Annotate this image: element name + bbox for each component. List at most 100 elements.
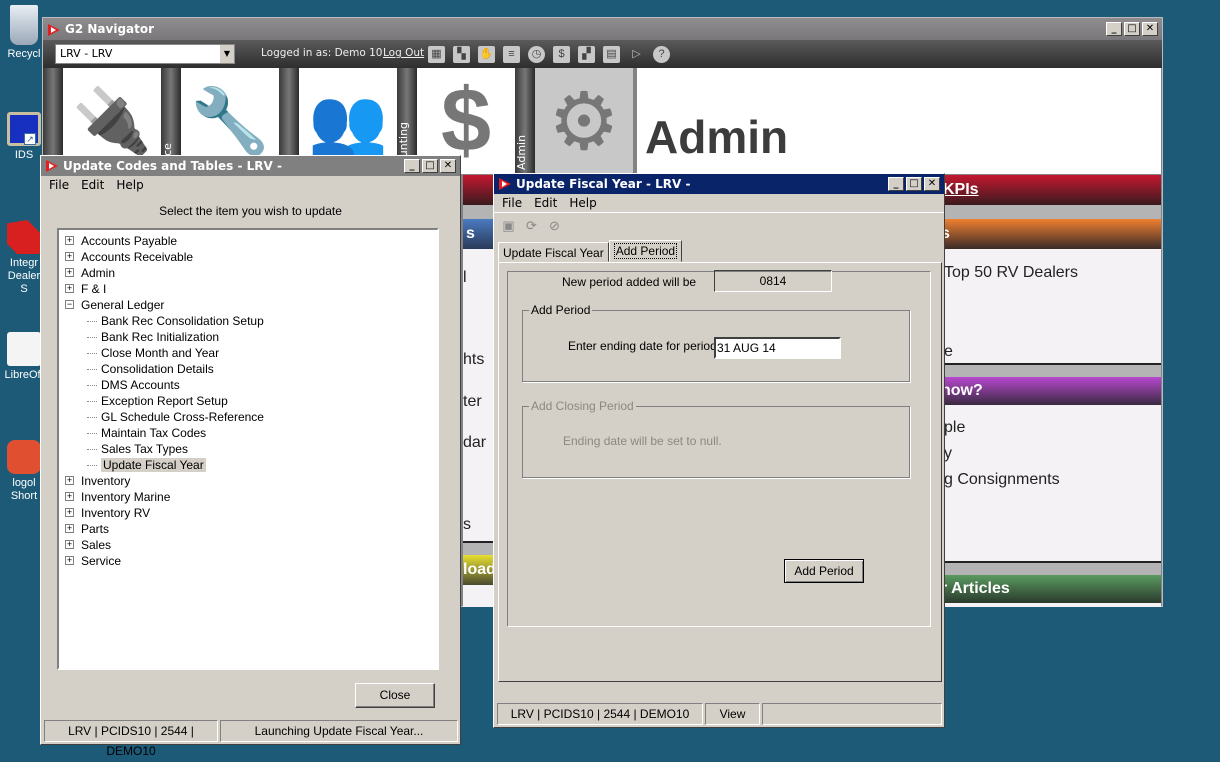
menu-edit[interactable]: Edit: [534, 194, 557, 212]
tree-node-accounts-payable[interactable]: + Accounts Payable: [65, 233, 437, 249]
logout-link[interactable]: Log Out: [383, 47, 424, 59]
desktop-icon-label: IDS: [14, 149, 34, 161]
close-button[interactable]: ✕: [1142, 22, 1158, 36]
fiscal-title: Update Fiscal Year - LRV -: [516, 177, 691, 191]
refresh-icon[interactable]: ⟳: [523, 217, 540, 234]
calculator-icon[interactable]: ▦: [428, 46, 445, 63]
top-50-rv-dealers-link[interactable]: Top 50 RV Dealers: [944, 264, 1078, 282]
expand-icon[interactable]: +: [65, 284, 74, 293]
expand-icon[interactable]: +: [65, 236, 74, 245]
ending-date-input[interactable]: [714, 337, 841, 359]
expand-icon[interactable]: +: [65, 492, 74, 501]
gears-icon: ⚙: [535, 68, 633, 174]
tree-leaf[interactable]: Close Month and Year: [65, 345, 437, 361]
admin-heading-area: Admin: [637, 68, 1161, 174]
save-icon[interactable]: ▣: [500, 217, 517, 234]
closing-info-text: Ending date will be set to null.: [563, 434, 722, 448]
add-period-panel: New period added will be 0814 Add Period…: [507, 270, 931, 627]
tile-admin[interactable]: Admin ⚙: [515, 68, 633, 174]
menu-help[interactable]: Help: [116, 176, 143, 194]
right-band-green: r Articles: [941, 575, 1161, 603]
collapse-icon[interactable]: −: [65, 300, 74, 309]
maximize-button[interactable]: □: [906, 177, 922, 191]
recycle-bin-icon: [10, 5, 38, 45]
tree-node-inventory-marine[interactable]: + Inventory Marine: [65, 489, 437, 505]
table-icon[interactable]: ▤: [603, 46, 620, 63]
tree-leaf[interactable]: Bank Rec Initialization: [65, 329, 437, 345]
expand-icon[interactable]: +: [65, 540, 74, 549]
status-message: Launching Update Fiscal Year...: [220, 720, 458, 742]
navigator-title-bar[interactable]: G2 Navigator _ □ ✕: [43, 18, 1162, 40]
fiscal-menubar: File Edit Help: [494, 194, 944, 212]
chevron-down-icon[interactable]: ▼: [220, 45, 234, 63]
expand-icon[interactable]: +: [65, 476, 74, 485]
maximize-button[interactable]: □: [422, 159, 438, 173]
codes-title-bar[interactable]: Update Codes and Tables - LRV - _ □ ✕: [41, 156, 460, 176]
tree-node-sales[interactable]: + Sales: [65, 537, 437, 553]
close-button[interactable]: ✕: [440, 159, 456, 173]
minimize-button[interactable]: _: [888, 177, 904, 191]
right-partial-text[interactable]: y: [944, 445, 952, 463]
right-band-purple: now?: [941, 377, 1161, 405]
menu-edit[interactable]: Edit: [81, 176, 104, 194]
close-window-button[interactable]: Close: [355, 683, 435, 708]
tree-node-service[interactable]: + Service: [65, 553, 437, 569]
tree-leaf[interactable]: GL Schedule Cross-Reference: [65, 409, 437, 425]
close-button[interactable]: ✕: [924, 177, 940, 191]
tree-leaf-selected[interactable]: Update Fiscal Year: [65, 457, 437, 473]
help-icon[interactable]: ?: [653, 46, 670, 63]
desktop-icon-recycle-bin[interactable]: Recycl: [0, 5, 48, 61]
left-partial-text[interactable]: s: [463, 516, 471, 534]
tab-update-fiscal-year[interactable]: Update Fiscal Year: [498, 242, 609, 262]
tree-leaf[interactable]: Sales Tax Types: [65, 441, 437, 457]
tree-leaf[interactable]: Bank Rec Consolidation Setup: [65, 313, 437, 329]
fiscal-toolbar: ▣ ⟳ ⊘: [494, 212, 944, 236]
expand-icon[interactable]: +: [65, 556, 74, 565]
minimize-button[interactable]: _: [404, 159, 420, 173]
left-partial-text[interactable]: hts: [463, 351, 484, 369]
left-partial-text[interactable]: dar: [463, 434, 486, 452]
chart-icon[interactable]: ▞: [578, 46, 595, 63]
tree-leaf[interactable]: DMS Accounts: [65, 377, 437, 393]
expand-icon[interactable]: +: [65, 268, 74, 277]
consignments-link[interactable]: g Consignments: [944, 471, 1060, 489]
play-icon[interactable]: ▷: [628, 46, 645, 63]
expand-icon[interactable]: +: [65, 252, 74, 261]
menu-file[interactable]: File: [49, 176, 69, 194]
codes-title: Update Codes and Tables - LRV -: [63, 159, 282, 173]
kpis-link[interactable]: KPIs: [943, 181, 979, 198]
clock-icon[interactable]: ◷: [528, 46, 545, 63]
add-period-button[interactable]: Add Period: [784, 559, 864, 583]
tree-node-general-ledger[interactable]: − General Ledger: [65, 297, 437, 313]
cancel-icon[interactable]: ⊘: [546, 217, 563, 234]
maximize-button[interactable]: □: [1124, 22, 1140, 36]
grid-icon[interactable]: ▚: [453, 46, 470, 63]
tree-node-inventory[interactable]: + Inventory: [65, 473, 437, 489]
status-mode: View: [705, 703, 760, 725]
minimize-button[interactable]: _: [1106, 22, 1122, 36]
tree-leaf[interactable]: Exception Report Setup: [65, 393, 437, 409]
tree-node-f-and-i[interactable]: + F & I: [65, 281, 437, 297]
tree-leaf[interactable]: Maintain Tax Codes: [65, 425, 437, 441]
menu-help[interactable]: Help: [569, 194, 596, 212]
fiscal-title-bar[interactable]: Update Fiscal Year - LRV - _ □ ✕: [494, 174, 944, 194]
tree-node-admin[interactable]: + Admin: [65, 265, 437, 281]
money-lock-icon[interactable]: $: [553, 46, 570, 63]
codes-tree[interactable]: + Accounts Payable + Accounts Receivable +…: [57, 228, 439, 670]
expand-icon[interactable]: +: [65, 524, 74, 533]
report-icon[interactable]: ≡: [503, 46, 520, 63]
tree-node-accounts-receivable[interactable]: + Accounts Receivable: [65, 249, 437, 265]
location-select[interactable]: LRV - LRV ▼: [55, 44, 235, 64]
tree-node-parts[interactable]: + Parts: [65, 521, 437, 537]
hand-icon[interactable]: ✋: [478, 46, 495, 63]
expand-icon[interactable]: +: [65, 508, 74, 517]
right-partial-text[interactable]: e: [944, 343, 953, 361]
tree-leaf[interactable]: Consolidation Details: [65, 361, 437, 377]
menu-file[interactable]: File: [502, 194, 522, 212]
tree-node-inventory-rv[interactable]: + Inventory RV: [65, 505, 437, 521]
tab-add-period[interactable]: Add Period: [608, 240, 683, 262]
left-partial-text[interactable]: ter: [463, 393, 482, 411]
left-partial-text[interactable]: l: [463, 269, 467, 287]
desktop-icon-label: logol Short: [10, 477, 38, 502]
right-partial-text[interactable]: ple: [944, 419, 965, 437]
